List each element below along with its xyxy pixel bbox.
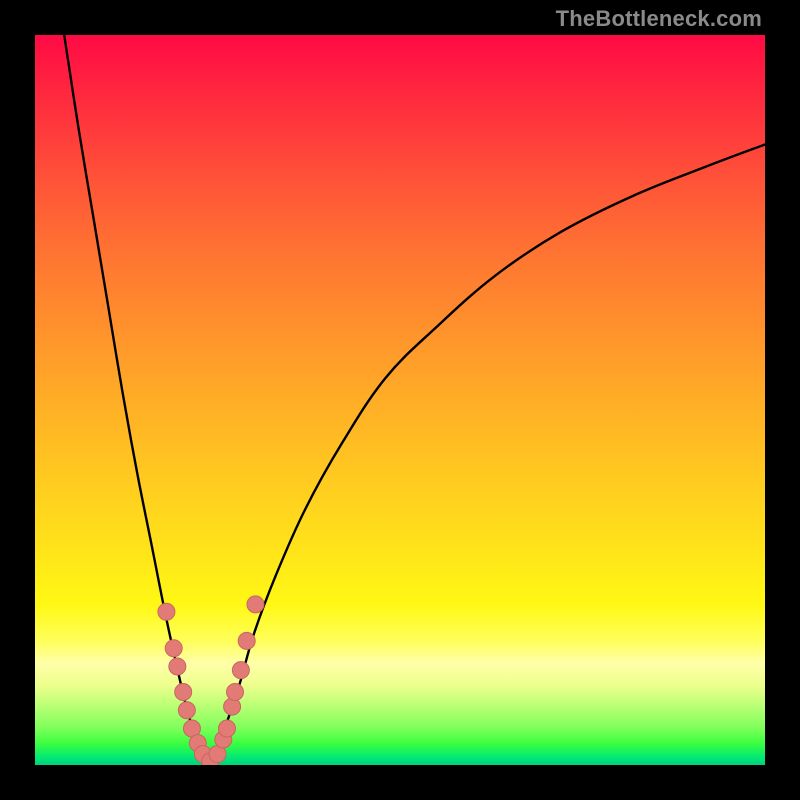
data-marker bbox=[232, 662, 249, 679]
chart-plot-area bbox=[35, 35, 765, 765]
data-marker bbox=[247, 596, 264, 613]
data-marker bbox=[227, 684, 244, 701]
curve-right-branch bbox=[210, 145, 765, 766]
marker-layer bbox=[158, 596, 264, 765]
data-marker bbox=[175, 684, 192, 701]
data-marker bbox=[169, 658, 186, 675]
data-marker bbox=[158, 603, 175, 620]
data-marker bbox=[218, 720, 235, 737]
curve-left-branch bbox=[64, 35, 210, 765]
data-marker bbox=[178, 702, 195, 719]
chart-svg bbox=[35, 35, 765, 765]
data-marker bbox=[165, 640, 182, 657]
outer-frame: TheBottleneck.com bbox=[0, 0, 800, 800]
data-marker bbox=[224, 698, 241, 715]
data-marker bbox=[238, 632, 255, 649]
watermark-text: TheBottleneck.com bbox=[556, 6, 762, 32]
